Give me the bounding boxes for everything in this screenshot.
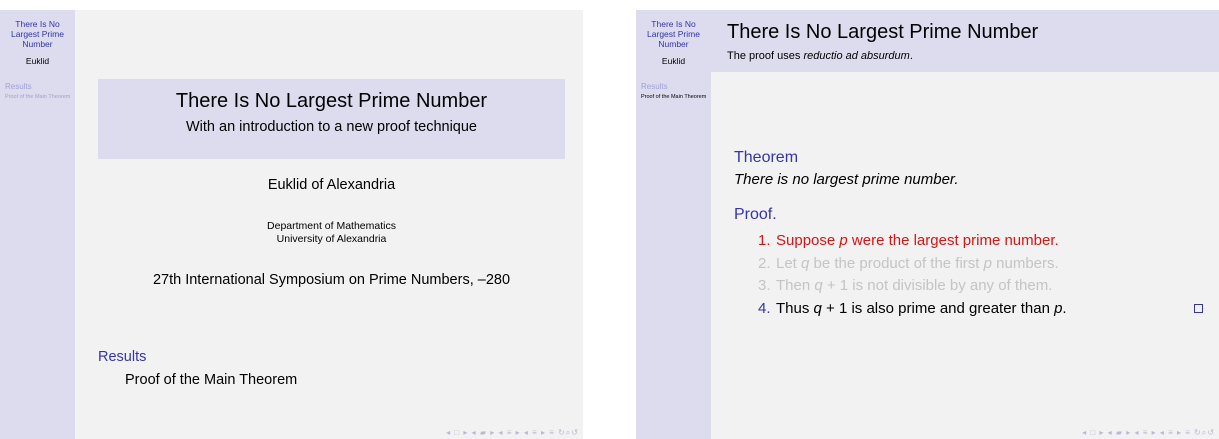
theorem-label: Theorem [734, 149, 799, 166]
frame-subtitle-period: . [909, 50, 913, 62]
institute-line-1: Department of Mathematics [267, 220, 396, 232]
proof-slide: There Is No Largest Prime Number Euklid … [636, 10, 1219, 439]
toc-section[interactable]: Results [98, 349, 146, 365]
sidebar-subsection[interactable]: Proof of the Main Theorem [0, 94, 75, 101]
navigation-symbols[interactable]: ◂ □ ▸ ◂ ▰ ▸ ◂ ≡ ▸ ◂ ≡ ▸ ≡ ↻⌕↺ [446, 428, 579, 438]
proof-step-2: 2. Let q be the product of the first p nu… [758, 255, 1208, 278]
step-variable: q [814, 277, 823, 294]
sidebar-author[interactable]: Euklid [0, 56, 75, 66]
presentation-subtitle: With an introduction to a new proof tech… [186, 119, 477, 135]
step-number: 4. [758, 299, 771, 317]
frame-subtitle: The proof uses reductio ad absurdum. [727, 50, 913, 62]
proof-label: Proof. [734, 206, 777, 223]
author-name: Euklid of Alexandria [267, 177, 396, 193]
frame-subtitle-emphasis: reductio ad absurdum [803, 50, 910, 62]
proof-step-3: 3. Then q + 1 is not divisible by any of … [758, 277, 1208, 300]
navigation-symbols[interactable]: ◂ □ ▸ ◂ ▰ ▸ ◂ ≡ ▸ ◂ ≡ ▸ ≡ ↻⌕↺ [1082, 428, 1215, 438]
step-text: + 1 is also prime and greater than [821, 299, 1055, 317]
sidebar: There Is No Largest Prime Number Euklid … [0, 10, 75, 439]
step-text: Thus [776, 299, 814, 317]
proof-steps: 1. Suppose p were the largest prime numbe… [758, 232, 1208, 322]
title-slide: There Is No Largest Prime Number Euklid … [0, 10, 583, 439]
step-text: + 1 is not divisible by any of them. [822, 277, 1053, 294]
step-number: 2. [758, 254, 771, 272]
theorem-text: There is no largest prime number. [734, 171, 959, 188]
step-text: be the product of the first [809, 254, 984, 272]
step-text: Let [776, 254, 802, 272]
frame-title: There Is No Largest Prime Number [727, 21, 1039, 43]
step-text: numbers. [991, 254, 1059, 272]
sidebar-section[interactable]: Results [0, 82, 75, 91]
institute-line-2: University of Alexandria [276, 233, 387, 245]
step-text: were the largest prime number. [847, 232, 1059, 249]
title-box: There Is No Largest Prime Number With an… [98, 79, 565, 159]
step-variable: p [983, 254, 992, 272]
step-number: 1. [758, 232, 771, 249]
qed-square-icon [1194, 303, 1203, 313]
frame-subtitle-text: The proof uses [727, 50, 804, 62]
step-number: 3. [758, 277, 771, 294]
step-text: Suppose [776, 232, 840, 249]
step-text: Then [776, 277, 815, 294]
sidebar: There Is No Largest Prime Number Euklid … [636, 10, 711, 439]
step-variable: q [813, 299, 822, 317]
sidebar-section[interactable]: Results [636, 82, 711, 91]
sidebar-title[interactable]: There Is No Largest Prime Number [0, 19, 75, 49]
step-variable: p [839, 232, 848, 249]
step-text: . [1062, 299, 1067, 317]
presentation-date: 27th International Symposium on Prime Nu… [152, 272, 511, 288]
frame-title-box: There Is No Largest Prime Number The pro… [711, 10, 1219, 72]
toc-subsection[interactable]: Proof of the Main Theorem [125, 372, 297, 388]
sidebar-author[interactable]: Euklid [636, 56, 711, 66]
proof-step-4: 4. Thus q + 1 is also prime and greater t… [758, 300, 1208, 323]
presentation-title: There Is No Largest Prime Number [175, 90, 488, 112]
proof-step-1: 1. Suppose p were the largest prime numbe… [758, 232, 1208, 255]
sidebar-subsection[interactable]: Proof of the Main Theorem [636, 94, 711, 101]
sidebar-title[interactable]: There Is No Largest Prime Number [636, 19, 711, 49]
institute: Department of Mathematics University of … [98, 220, 565, 246]
